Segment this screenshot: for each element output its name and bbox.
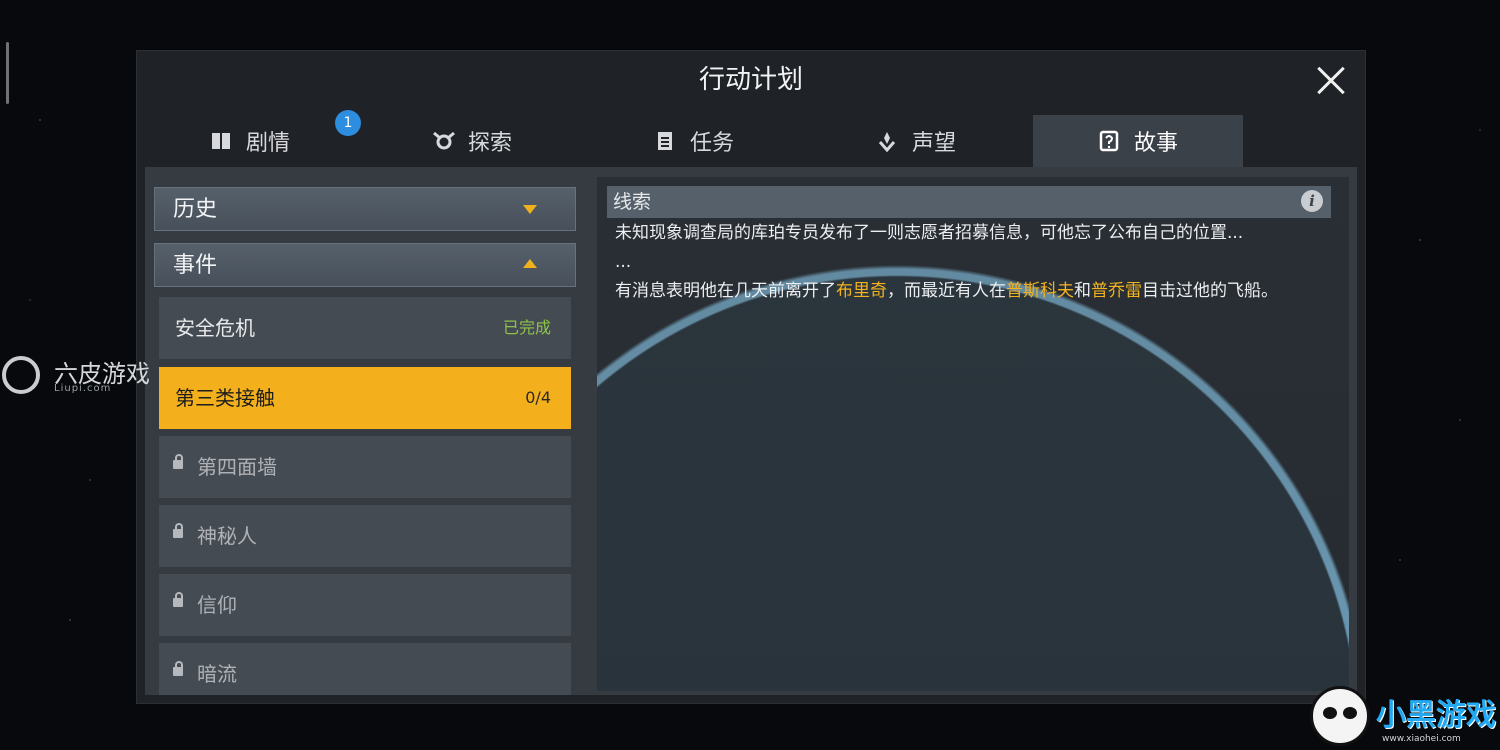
collapse-arrow-icon: [523, 259, 537, 268]
info-icon[interactable]: i: [1301, 190, 1323, 212]
clue-text-segment: ，而最近有人在: [887, 281, 1006, 301]
category-label: 事件: [173, 253, 218, 278]
location-highlight: 普斯科夫: [1006, 281, 1074, 301]
clue-text-segment: 目击过他的飞船。: [1142, 281, 1278, 301]
watermark-logo: [2, 356, 40, 394]
clue-header: 线索 i: [607, 186, 1331, 218]
progress-count: 0/4: [525, 388, 551, 407]
book-icon: [210, 130, 232, 152]
watermark-subtext: www.xiaohei.com: [1382, 734, 1461, 744]
category-history[interactable]: 历史: [154, 187, 576, 231]
tab-missions[interactable]: 任务: [589, 115, 799, 167]
event-item-locked[interactable]: 神秘人: [159, 505, 571, 567]
tab-label: 探索: [467, 131, 512, 156]
category-label: 历史: [173, 197, 218, 222]
clipboard-icon: [654, 130, 676, 152]
content-area: 历史 事件 安全危机 已完成 第三类接触 0/4 第四面墙 神秘人 信仰 暗流 …: [145, 167, 1357, 695]
panda-logo: [1310, 686, 1370, 746]
expand-arrow-icon: [523, 205, 537, 214]
clue-text: 未知现象调查局的库珀专员发布了一则志愿者招募信息，可他忘了公布自己的位置... …: [615, 219, 1325, 306]
tab-plot[interactable]: 剧情 1: [145, 110, 361, 167]
tab-reputation[interactable]: 声望: [811, 115, 1021, 167]
watermark-left: 六皮游戏 Liupi.com: [2, 352, 162, 400]
watermark-subtext: Liupi.com: [54, 383, 112, 394]
clue-heading: 线索: [613, 191, 652, 213]
clue-text-segment: 和: [1074, 281, 1091, 301]
status-completed: 已完成: [502, 318, 551, 337]
event-item[interactable]: 安全危机 已完成: [159, 297, 571, 359]
tab-story[interactable]: 故事: [1033, 115, 1243, 167]
clue-text-segment: 有消息表明他在几天前离开了: [615, 281, 836, 301]
event-item-selected[interactable]: 第三类接触 0/4: [159, 367, 571, 429]
tab-label: 故事: [1133, 131, 1178, 156]
tab-label: 声望: [911, 131, 956, 156]
dialog-title: 行动计划: [698, 65, 803, 95]
clue-line: 未知现象调查局的库珀专员发布了一则志愿者招募信息，可他忘了公布自己的位置...: [615, 223, 1244, 243]
reputation-icon: [876, 130, 898, 153]
lock-icon: [173, 592, 183, 607]
event-item-locked[interactable]: 第四面墙: [159, 436, 571, 498]
category-events[interactable]: 事件: [154, 243, 576, 287]
close-icon[interactable]: [1307, 57, 1355, 105]
story-icon: [1098, 130, 1120, 152]
clue-line: ...: [615, 252, 632, 272]
location-highlight: 布里奇: [836, 281, 887, 301]
tab-bar: 剧情 1 探索 任务 声望 故事: [145, 110, 1357, 167]
event-label: 神秘人: [197, 524, 257, 548]
clue-panel: 线索 i 未知现象调查局的库珀专员发布了一则志愿者招募信息，可他忘了公布自己的位…: [597, 177, 1349, 691]
event-item-locked[interactable]: 暗流: [159, 643, 571, 695]
lock-icon: [173, 454, 183, 469]
watermark-text: 小黑游戏: [1376, 698, 1496, 733]
tab-label: 任务: [689, 131, 734, 156]
tab-explore[interactable]: 探索: [367, 115, 577, 167]
story-list: 历史 事件 安全危机 已完成 第三类接触 0/4 第四面墙 神秘人 信仰 暗流: [145, 167, 585, 695]
event-label: 信仰: [197, 593, 237, 617]
location-highlight: 普乔雷: [1091, 281, 1142, 301]
clue-paragraph: 有消息表明他在几天前离开了布里奇，而最近有人在普斯科夫和普乔雷目击过他的飞船。: [615, 277, 1325, 306]
notification-badge: 1: [335, 110, 361, 136]
lock-icon: [173, 523, 183, 538]
event-item-locked[interactable]: 信仰: [159, 574, 571, 636]
tab-label: 剧情: [245, 131, 290, 156]
event-label: 第四面墙: [197, 455, 277, 479]
edge-scroll-indicator: [6, 42, 9, 104]
event-label: 安全危机: [175, 316, 255, 340]
action-plan-dialog: 行动计划 剧情 1 探索 任务 声望 故事 历史 事件 安全危机 已完成 第三类…: [136, 50, 1366, 704]
explore-icon: [432, 130, 455, 152]
event-label: 暗流: [197, 662, 237, 686]
lock-icon: [173, 661, 183, 676]
watermark-right: 小黑游戏 www.xiaohei.com: [1310, 682, 1500, 750]
event-label: 第三类接触: [175, 386, 275, 410]
